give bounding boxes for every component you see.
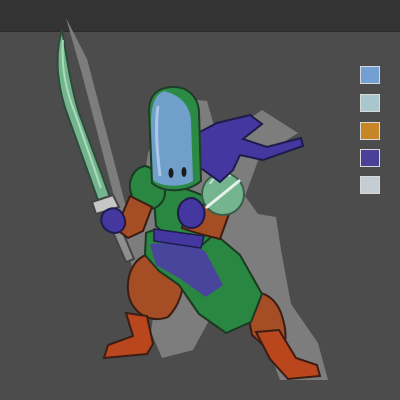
color-swatch-indigo[interactable] <box>360 149 380 167</box>
left-boot <box>102 311 155 360</box>
color-swatch-light-gray[interactable] <box>360 176 380 194</box>
color-swatch-panel <box>360 66 382 196</box>
left-eye <box>168 168 174 178</box>
right-glove <box>177 196 206 230</box>
left-hand <box>100 207 127 234</box>
color-swatch-ochre[interactable] <box>360 122 380 140</box>
knight-artwork <box>56 18 328 381</box>
color-swatch-light-blue[interactable] <box>360 66 380 84</box>
paint-app-window <box>0 0 400 400</box>
color-swatch-pale-teal[interactable] <box>360 94 380 112</box>
right-eye <box>181 167 187 177</box>
